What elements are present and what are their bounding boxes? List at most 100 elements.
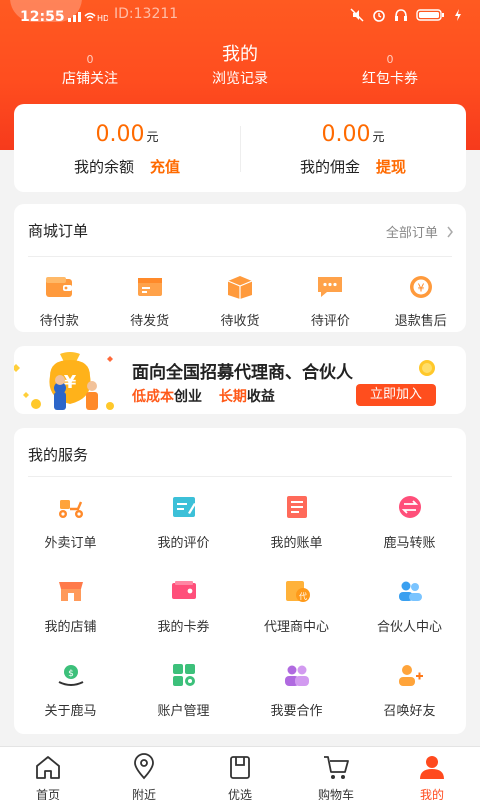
divider — [28, 256, 452, 257]
service-agent-center[interactable]: 代 代理商中心 — [240, 568, 353, 652]
chevron-right-icon — [447, 226, 453, 238]
service-label: 我的卡券 — [157, 620, 210, 635]
service-label: 我的账单 — [270, 536, 323, 551]
service-label: 代理商中心 — [263, 620, 329, 635]
my-balance: 0.00 元 我的余额 充值 — [14, 104, 240, 192]
orders-card: 商城订单 全部订单 待付款 待发货 待收货 待评价 ¥ 退款售后 — [14, 204, 466, 332]
service-partner-center[interactable]: 合伙人中心 — [353, 568, 466, 652]
stat-label: 浏览记录 — [212, 71, 268, 87]
service-label: 鹿马转账 — [383, 536, 436, 551]
order-pending-shipment[interactable]: 待发货 — [104, 274, 194, 329]
partners-icon — [398, 581, 422, 601]
my-commission: 0.00 元 我的佣金 提现 — [240, 104, 466, 192]
balance-card: 0.00 元 我的余额 充值 0.00 元 我的佣金 提现 — [14, 104, 466, 192]
money-hand-icon: $ — [58, 665, 83, 686]
money-bag-illustration: ¥ — [14, 352, 114, 410]
balance-amount: 0.00 — [95, 122, 145, 147]
scooter-icon — [58, 500, 83, 518]
grid-settings-icon — [172, 664, 195, 686]
order-refund[interactable]: ¥ 退款售后 — [376, 274, 466, 329]
box-icon — [227, 276, 253, 299]
mute-icon — [350, 8, 364, 22]
service-label: 我要合作 — [270, 704, 323, 719]
commission-amount: 0.00 — [321, 122, 371, 147]
battery-icon — [416, 9, 444, 21]
service-label: 外卖订单 — [44, 536, 97, 551]
cart-icon — [324, 756, 349, 779]
order-label: 待收货 — [220, 314, 260, 329]
service-my-coupons[interactable]: 我的卡券 — [127, 568, 240, 652]
order-label: 待发货 — [130, 314, 170, 329]
tab-label: 附近 — [131, 788, 156, 800]
card-icon — [137, 278, 162, 296]
stat-label: 红包卡券 — [362, 71, 418, 87]
tab-nearby[interactable]: 附近 — [96, 747, 192, 800]
service-account-management[interactable]: 账户管理 — [127, 652, 240, 736]
store-icon — [58, 582, 83, 601]
commission-label: 我的佣金 — [299, 158, 360, 176]
status-right-icons — [350, 8, 462, 22]
recharge-button[interactable]: 充值 — [150, 158, 180, 176]
svg-text:代: 代 — [299, 591, 307, 601]
stat-shop-follow[interactable]: 0 店铺关注 — [10, 52, 170, 88]
stat-count: 0 — [386, 53, 394, 66]
signal-icon: HD — [68, 9, 109, 27]
network-hd-label: HD — [97, 14, 108, 23]
user-icon — [420, 756, 444, 779]
order-label: 待评价 — [310, 314, 350, 329]
service-label: 合伙人中心 — [376, 620, 442, 635]
coupon-icon — [171, 581, 196, 599]
balance-unit: 元 — [146, 130, 159, 144]
tab-selected[interactable]: 优选 — [192, 747, 288, 800]
order-pending-review[interactable]: 待评价 — [285, 274, 375, 329]
tab-mine[interactable]: 我的 — [384, 747, 480, 800]
service-cooperate[interactable]: 我要合作 — [240, 652, 353, 736]
tab-label: 购物车 — [317, 788, 354, 800]
recruit-banner[interactable]: ¥ 面向全国招募代理商、合伙人 低成本创业 长期收益 立即加入 — [14, 346, 466, 414]
svg-text:$: $ — [68, 669, 74, 679]
service-invite-friends[interactable]: 召唤好友 — [353, 652, 466, 736]
location-icon — [134, 753, 154, 780]
tab-label: 首页 — [35, 788, 60, 800]
service-my-reviews[interactable]: 我的评价 — [127, 484, 240, 568]
agent-icon: 代 — [285, 581, 310, 602]
service-label: 关于鹿马 — [44, 704, 97, 719]
services-card: 我的服务 外卖订单 我的评价 我的账单 鹿马转账 我的店铺 我的卡券 代 代理商… — [14, 428, 466, 734]
comment-icon — [318, 277, 343, 297]
cooperate-icon — [284, 665, 309, 686]
service-my-store[interactable]: 我的店铺 — [14, 568, 127, 652]
refund-icon: ¥ — [409, 276, 432, 298]
service-my-bills[interactable]: 我的账单 — [240, 484, 353, 568]
join-now-button[interactable]: 立即加入 — [356, 384, 436, 406]
edit-icon — [172, 497, 196, 517]
svg-text:¥: ¥ — [417, 282, 424, 295]
bill-icon — [286, 496, 307, 518]
banner-subtitle: 低成本创业 长期收益 — [132, 389, 275, 405]
order-label: 待付款 — [39, 314, 79, 329]
order-label: 退款售后 — [394, 314, 447, 329]
stat-label: 店铺关注 — [62, 71, 118, 87]
balance-label: 我的余额 — [73, 158, 134, 176]
service-takeout-orders[interactable]: 外卖订单 — [14, 484, 127, 568]
transfer-icon — [398, 496, 421, 518]
tab-cart[interactable]: 购物车 — [288, 747, 384, 800]
home-icon — [36, 756, 60, 779]
stat-count — [160, 52, 320, 68]
order-pending-payment[interactable]: 待付款 — [14, 274, 104, 329]
divider — [28, 476, 452, 477]
all-orders-link[interactable]: 全部订单 — [386, 222, 454, 241]
service-transfer[interactable]: 鹿马转账 — [353, 484, 466, 568]
service-about[interactable]: $ 关于鹿马 — [14, 652, 127, 736]
order-pending-receipt[interactable]: 待收货 — [195, 274, 285, 329]
service-label: 我的店铺 — [44, 620, 97, 635]
withdraw-button[interactable]: 提现 — [376, 158, 406, 176]
service-label: 我的评价 — [157, 536, 210, 551]
stat-browse-history[interactable]: 浏览记录 — [160, 52, 320, 88]
stat-coupons[interactable]: 0 红包卡券 — [310, 52, 470, 88]
stats-row: 0 店铺关注 浏览记录 0 红包卡券 — [0, 52, 480, 92]
services-title: 我的服务 — [28, 446, 89, 464]
headset-icon — [395, 9, 407, 21]
tab-home[interactable]: 首页 — [0, 747, 96, 800]
bottom-tab-bar: 首页 附近 优选 购物车 我的 — [0, 746, 480, 800]
add-friend-icon — [398, 665, 423, 686]
